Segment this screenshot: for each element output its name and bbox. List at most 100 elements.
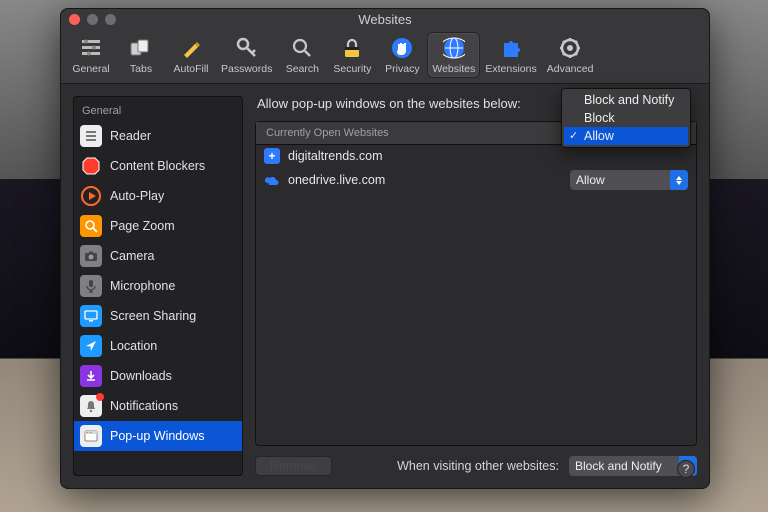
globe-icon (441, 35, 467, 61)
option-label: Block (584, 111, 615, 125)
sidebar-item-label: Reader (110, 129, 151, 143)
other-sites-label: When visiting other websites: (397, 459, 559, 473)
site-icon: + (264, 148, 280, 164)
table-row[interactable]: onedrive.live.com Allow (256, 167, 696, 193)
option-label: Block and Notify (584, 93, 674, 107)
sidebar-item-label: Camera (110, 249, 154, 263)
sidebar-item-label: Microphone (110, 279, 175, 293)
sidebar-item-label: Page Zoom (110, 219, 175, 233)
main-panel: Allow pop-up windows on the websites bel… (255, 96, 697, 476)
location-icon (80, 335, 102, 357)
toolbar-label: Tabs (130, 63, 152, 75)
close-icon[interactable] (69, 14, 80, 25)
toolbar-label: General (72, 63, 109, 75)
cloud-icon (264, 172, 280, 188)
permission-popup[interactable]: Block and Notify Block ✓ Allow (561, 88, 691, 148)
tab-passwords[interactable]: Passwords (217, 33, 276, 77)
popup-option-block-notify[interactable]: Block and Notify (564, 91, 688, 109)
sidebar-item-popup-windows[interactable]: Pop-up Windows (74, 421, 242, 451)
tab-advanced[interactable]: Advanced (543, 33, 598, 77)
minimize-icon[interactable] (87, 14, 98, 25)
titlebar[interactable]: Websites (61, 9, 709, 31)
sidebar-item-downloads[interactable]: Downloads (74, 361, 242, 391)
option-label: Allow (584, 129, 614, 143)
camera-icon (80, 245, 102, 267)
sidebar-item-label: Content Blockers (110, 159, 205, 173)
sidebar-item-label: Screen Sharing (110, 309, 196, 323)
toolbar-label: Extensions (485, 63, 536, 75)
sidebar-heading: General (74, 101, 242, 121)
sidebar-item-screen-sharing[interactable]: Screen Sharing (74, 301, 242, 331)
preferences-toolbar: General Tabs AutoFill Passwords Search (61, 31, 709, 84)
site-name: onedrive.live.com (288, 173, 570, 187)
sidebar: General Reader Content Blockers Auto-Pla… (73, 96, 243, 476)
bell-icon (80, 395, 102, 417)
search-icon (289, 35, 315, 61)
remove-label: Remove (270, 459, 317, 473)
sidebar-item-autoplay[interactable]: Auto-Play (74, 181, 242, 211)
tab-search[interactable]: Search (278, 33, 326, 77)
sidebar-item-page-zoom[interactable]: Page Zoom (74, 211, 242, 241)
hand-icon (389, 35, 415, 61)
play-icon (80, 185, 102, 207)
preferences-window: Websites General Tabs AutoFill Passwords (60, 8, 710, 489)
puzzle-icon (498, 35, 524, 61)
reader-icon (80, 125, 102, 147)
site-name: digitaltrends.com (288, 149, 568, 163)
sidebar-item-reader[interactable]: Reader (74, 121, 242, 151)
remove-button[interactable]: Remove (255, 456, 332, 476)
toolbar-label: Websites (432, 63, 475, 75)
zoom-icon (80, 215, 102, 237)
sidebar-item-microphone[interactable]: Microphone (74, 271, 242, 301)
tab-security[interactable]: Security (328, 33, 376, 77)
toolbar-label: Privacy (385, 63, 419, 75)
stop-icon (80, 155, 102, 177)
popup-option-allow[interactable]: ✓ Allow (564, 127, 688, 145)
permission-select[interactable]: Allow (570, 170, 688, 190)
tabs-icon (128, 35, 154, 61)
gear-icon (557, 35, 583, 61)
tab-websites[interactable]: Websites (428, 33, 479, 77)
tab-privacy[interactable]: Privacy (378, 33, 426, 77)
toolbar-label: Advanced (547, 63, 594, 75)
select-value: Allow (576, 173, 605, 187)
sidebar-item-content-blockers[interactable]: Content Blockers (74, 151, 242, 181)
table-row[interactable]: + digitaltrends.com (256, 145, 696, 167)
sidebar-item-label: Notifications (110, 399, 178, 413)
toolbar-label: AutoFill (173, 63, 208, 75)
key-icon (234, 35, 260, 61)
popup-option-block[interactable]: Block (564, 109, 688, 127)
tab-general[interactable]: General (67, 33, 115, 77)
websites-table: Currently Open Websites + digitaltrends.… (255, 121, 697, 446)
footer: Remove When visiting other websites: Blo… (255, 446, 697, 476)
screen-icon (80, 305, 102, 327)
general-icon (78, 35, 104, 61)
sidebar-item-location[interactable]: Location (74, 331, 242, 361)
toolbar-label: Passwords (221, 63, 272, 75)
window-controls (69, 14, 116, 25)
toolbar-label: Security (333, 63, 371, 75)
sidebar-item-label: Pop-up Windows (110, 429, 205, 443)
sidebar-item-camera[interactable]: Camera (74, 241, 242, 271)
autofill-icon (178, 35, 204, 61)
check-icon: ✓ (569, 129, 578, 142)
window-title: Websites (358, 12, 411, 27)
microphone-icon (80, 275, 102, 297)
sidebar-item-notifications[interactable]: Notifications (74, 391, 242, 421)
content-area: General Reader Content Blockers Auto-Pla… (61, 84, 709, 488)
sidebar-item-label: Downloads (110, 369, 172, 383)
notification-badge (96, 393, 104, 401)
zoom-icon[interactable] (105, 14, 116, 25)
help-label: ? (683, 462, 690, 476)
tab-tabs[interactable]: Tabs (117, 33, 165, 77)
lock-icon (339, 35, 365, 61)
help-button[interactable]: ? (677, 460, 695, 478)
tab-extensions[interactable]: Extensions (481, 33, 540, 77)
tab-autofill[interactable]: AutoFill (167, 33, 215, 77)
download-icon (80, 365, 102, 387)
toolbar-label: Search (286, 63, 319, 75)
stepper-icon (670, 170, 688, 190)
sidebar-item-label: Auto-Play (110, 189, 164, 203)
select-value: Block and Notify (575, 459, 662, 473)
sidebar-item-label: Location (110, 339, 157, 353)
